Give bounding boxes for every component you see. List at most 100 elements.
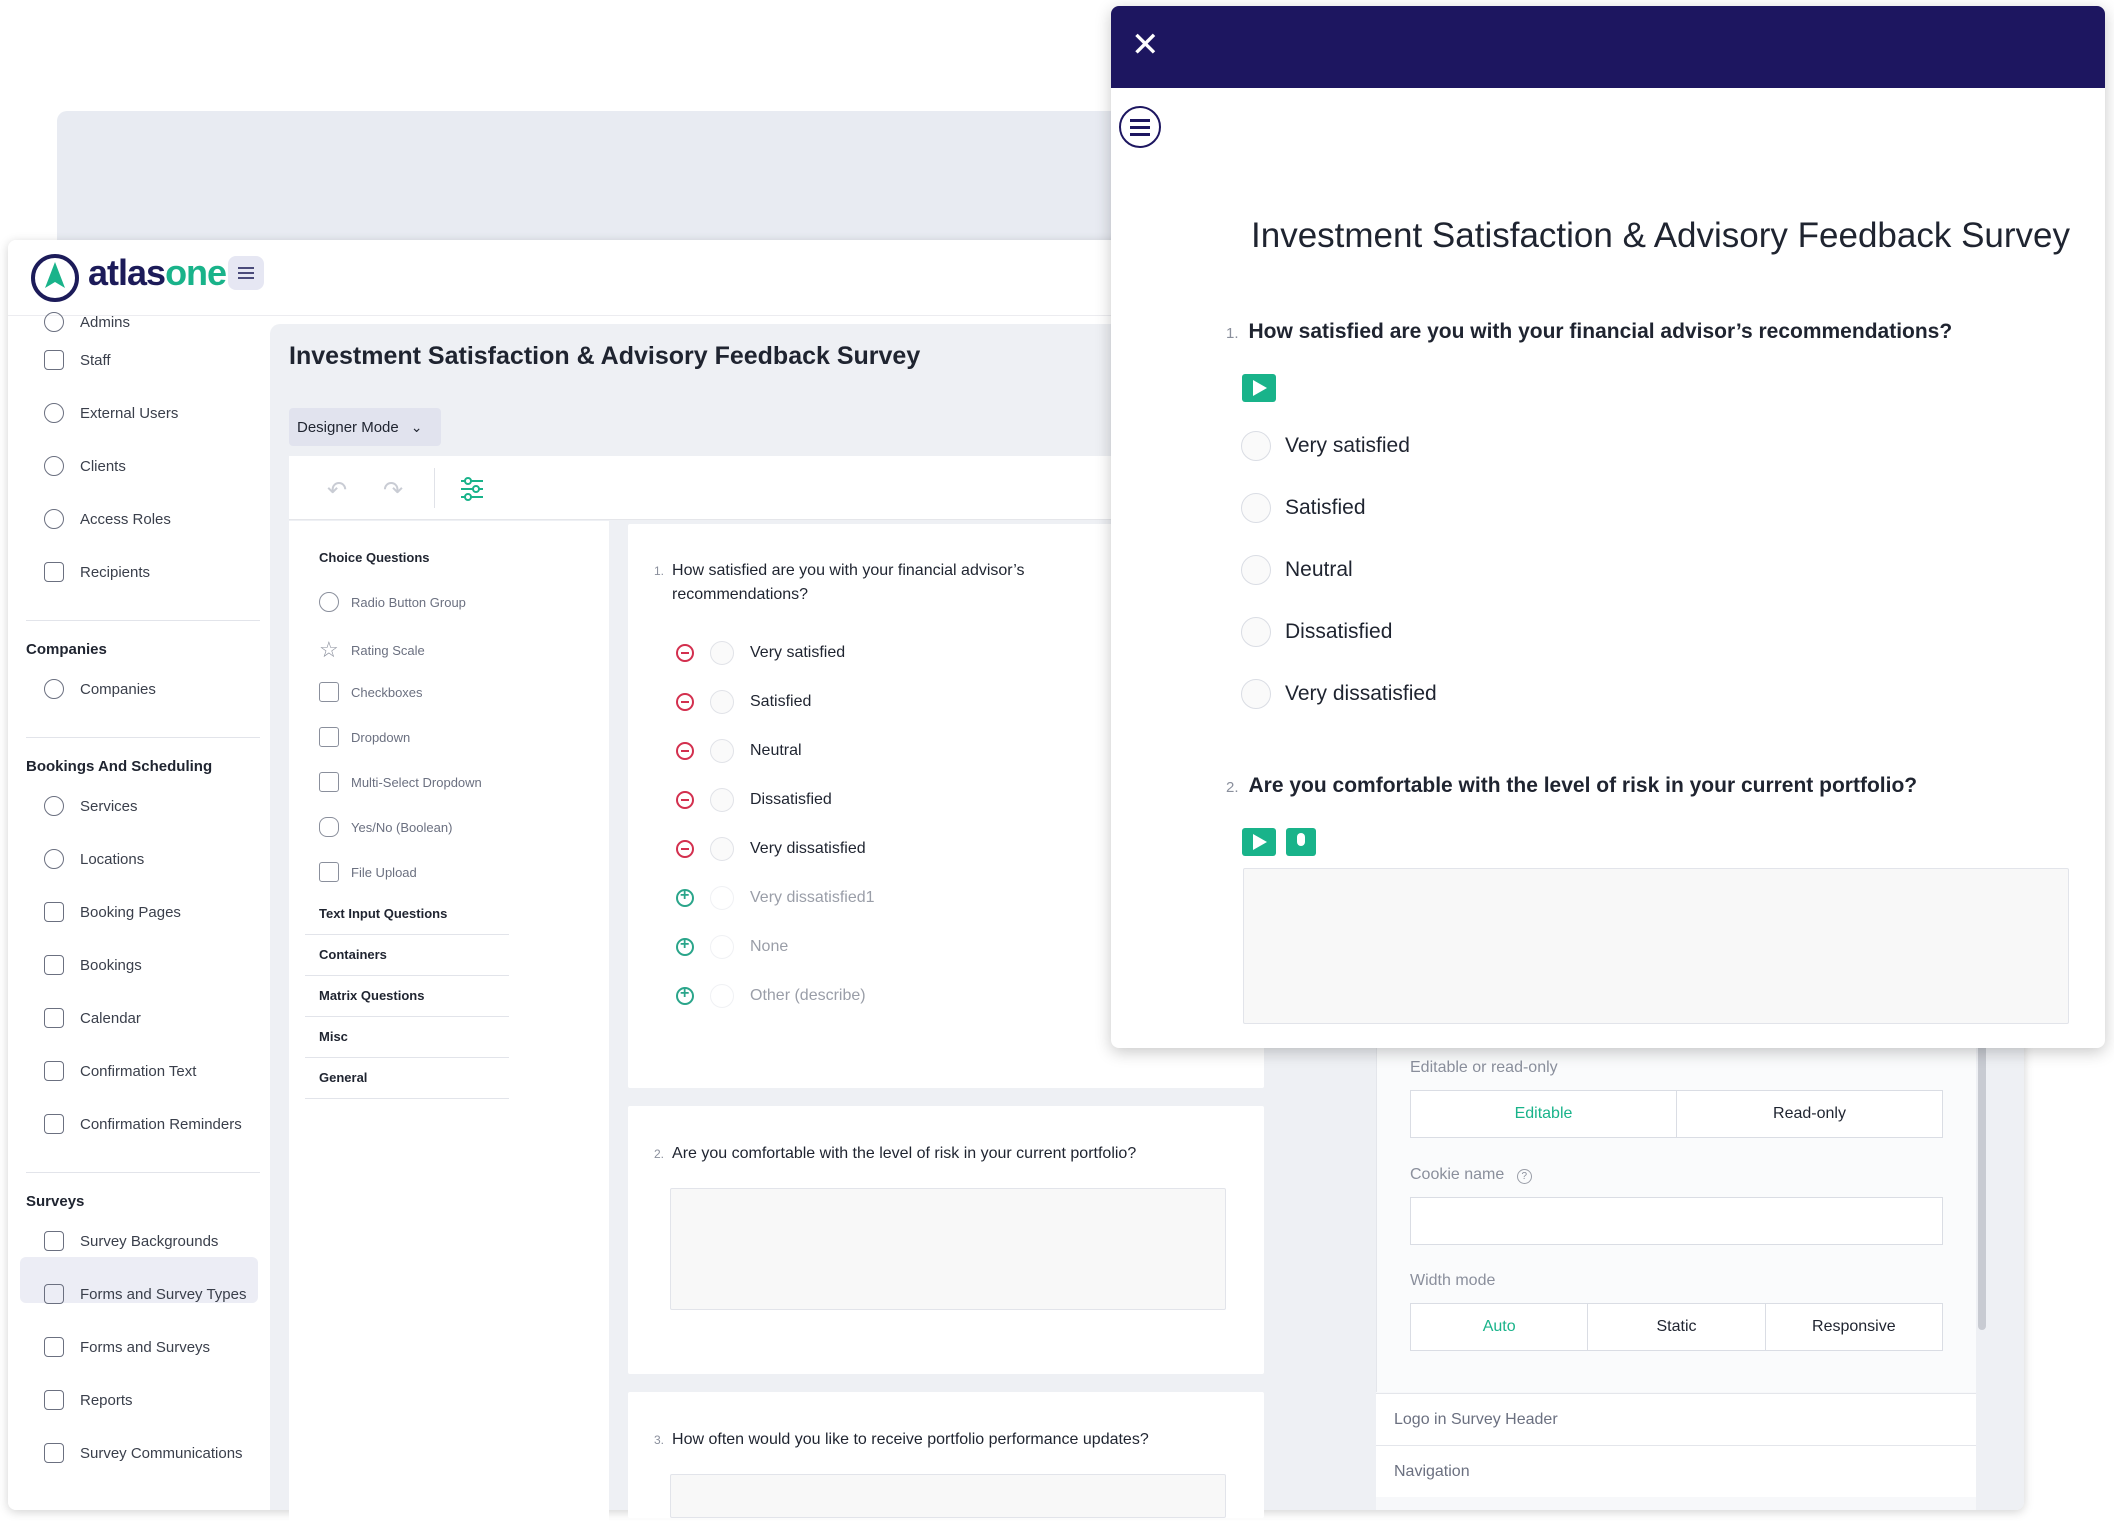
microphone-icon[interactable]	[1286, 828, 1316, 856]
width-auto-option[interactable]: Auto	[1411, 1304, 1589, 1350]
choice-label[interactable]: None	[750, 938, 788, 956]
play-icon[interactable]	[1242, 828, 1276, 856]
choice-label[interactable]: Very dissatisfied	[750, 840, 866, 858]
toolbox-item-rating[interactable]: ☆ Rating Scale	[319, 637, 425, 663]
toolbox-heading-misc[interactable]: Misc	[319, 1029, 348, 1044]
sidebar-item-companies[interactable]: Companies	[44, 675, 156, 703]
remove-option-icon[interactable]	[676, 693, 694, 711]
sidebar-item-recipients[interactable]: Recipients	[44, 558, 150, 586]
cookie-name-input[interactable]	[1410, 1197, 1943, 1245]
preview-choice[interactable]: Very dissatisfied	[1241, 679, 1437, 709]
sidebar-item-locations[interactable]: Locations	[44, 845, 144, 873]
choice-label[interactable]: Very satisfied	[1285, 434, 1410, 458]
choice-label[interactable]: Very satisfied	[750, 644, 845, 662]
choice-label[interactable]: Neutral	[1285, 558, 1353, 582]
toolbox-item-multiselect[interactable]: Multi-Select Dropdown	[319, 772, 482, 792]
preview-choice[interactable]: Very satisfied	[1241, 431, 1410, 461]
remove-option-icon[interactable]	[676, 791, 694, 809]
choice-label[interactable]: Very dissatisfied	[1285, 682, 1437, 706]
toolbox-item-radio[interactable]: Radio Button Group	[319, 592, 466, 612]
survey-menu-icon[interactable]	[1119, 106, 1161, 148]
question-card-3[interactable]: 3. How often would you like to receive po…	[628, 1392, 1264, 1518]
preview-choice[interactable]: Neutral	[1241, 555, 1353, 585]
sidebar-item-survey-communications[interactable]: Survey Communications	[44, 1439, 243, 1467]
add-option-icon[interactable]	[676, 936, 694, 956]
choice-label[interactable]: Other (describe)	[750, 987, 866, 1005]
choice-label[interactable]: Satisfied	[1285, 496, 1366, 520]
sidebar-item-forms-and-surveys[interactable]: Forms and Surveys	[44, 1333, 210, 1361]
sidebar-item-access-roles[interactable]: Access Roles	[44, 505, 171, 533]
add-choice-none[interactable]: None	[676, 935, 788, 959]
question-card-2[interactable]: 2. Are you comfortable with the level of …	[628, 1106, 1264, 1374]
sidebar-item-confirmation-reminders[interactable]: Confirmation Reminders	[44, 1110, 242, 1138]
section-logo-in-header[interactable]: Logo in Survey Header	[1376, 1393, 1976, 1445]
play-icon[interactable]	[1242, 374, 1276, 402]
close-icon[interactable]: ✕	[1131, 28, 1160, 62]
sidebar-item-calendar[interactable]: Calendar	[44, 1004, 141, 1032]
choice-label[interactable]: Dissatisfied	[1285, 620, 1392, 644]
toolbox-heading-text-input[interactable]: Text Input Questions	[319, 906, 447, 921]
choice-option[interactable]: Neutral	[676, 739, 802, 763]
add-option-icon[interactable]	[676, 985, 694, 1005]
sidebar-item-booking-pages[interactable]: Booking Pages	[44, 898, 181, 926]
preview-choice[interactable]: Satisfied	[1241, 493, 1366, 523]
menu-toggle-button[interactable]	[228, 256, 264, 290]
remove-option-icon[interactable]	[676, 644, 694, 662]
radio-icon[interactable]	[1241, 493, 1271, 523]
answer-textarea[interactable]	[670, 1188, 1226, 1310]
question-3-title[interactable]: 3. How often would you like to receive po…	[654, 1428, 1149, 1452]
toolbox-item-checkboxes[interactable]: Checkboxes	[319, 682, 423, 702]
settings-sliders-icon[interactable]	[459, 476, 485, 502]
sidebar-item-external-users[interactable]: External Users	[44, 399, 178, 427]
answer-textarea[interactable]	[670, 1474, 1226, 1518]
toolbox-item-file-upload[interactable]: File Upload	[319, 862, 417, 882]
choice-label[interactable]: Dissatisfied	[750, 791, 832, 809]
choice-label[interactable]: Neutral	[750, 742, 802, 760]
choice-option[interactable]: Very dissatisfied	[676, 837, 866, 861]
toolbox-item-boolean[interactable]: Yes/No (Boolean)	[319, 817, 452, 837]
toolbox-heading-containers[interactable]: Containers	[319, 947, 387, 962]
sidebar-item-clients[interactable]: Clients	[44, 452, 126, 480]
editable-option[interactable]: Editable	[1411, 1091, 1677, 1137]
remove-option-icon[interactable]	[676, 742, 694, 760]
read-only-option[interactable]: Read-only	[1677, 1091, 1942, 1137]
add-choice-other[interactable]: Other (describe)	[676, 984, 866, 1008]
sidebar-item-confirmation-text[interactable]: Confirmation Text	[44, 1057, 196, 1085]
sidebar-item-forms-and-survey-types[interactable]: Forms and Survey Types	[44, 1280, 246, 1308]
remove-option-icon[interactable]	[676, 840, 694, 858]
width-static-option[interactable]: Static	[1588, 1304, 1766, 1350]
add-choice-option[interactable]: Very dissatisfied1	[676, 886, 875, 910]
sidebar-item-survey-backgrounds[interactable]: Survey Backgrounds	[44, 1227, 218, 1255]
question-2-title[interactable]: 2. Are you comfortable with the level of …	[654, 1142, 1136, 1166]
choice-label[interactable]: Very dissatisfied1	[750, 889, 875, 907]
preview-answer-textarea[interactable]	[1243, 868, 2069, 1024]
undo-icon[interactable]: ↶	[327, 476, 347, 505]
section-navigation[interactable]: Navigation	[1376, 1445, 1976, 1497]
radio-icon[interactable]	[1241, 555, 1271, 585]
sidebar-item-services[interactable]: Services	[44, 792, 138, 820]
designer-mode-dropdown[interactable]: Designer Mode ⌄	[289, 408, 441, 446]
sidebar-item-admins[interactable]: Admins	[44, 308, 130, 336]
property-panel-scrollbar[interactable]	[1978, 1040, 1986, 1330]
choice-option[interactable]: Dissatisfied	[676, 788, 832, 812]
choice-option[interactable]: Very satisfied	[676, 641, 845, 665]
radio-icon[interactable]	[1241, 679, 1271, 709]
sidebar-item-staff[interactable]: Staff	[44, 346, 111, 374]
preview-choice[interactable]: Dissatisfied	[1241, 617, 1392, 647]
sidebar-item-bookings[interactable]: Bookings	[44, 951, 142, 979]
question-text: How satisfied are you with your financia…	[672, 562, 1025, 579]
radio-icon[interactable]	[1241, 617, 1271, 647]
radio-icon[interactable]	[1241, 431, 1271, 461]
question-1-title[interactable]: 1. How satisfied are you with your financ…	[654, 559, 1024, 607]
toolbox-item-dropdown[interactable]: Dropdown	[319, 727, 410, 747]
redo-icon[interactable]: ↷	[383, 476, 403, 505]
sidebar-item-reports[interactable]: Reports	[44, 1386, 133, 1414]
toolbox-heading-general[interactable]: General	[319, 1070, 367, 1085]
choice-option[interactable]: Satisfied	[676, 690, 811, 714]
add-option-icon[interactable]	[676, 887, 694, 907]
choice-label[interactable]: Satisfied	[750, 693, 811, 711]
width-responsive-option[interactable]: Responsive	[1766, 1304, 1942, 1350]
help-icon[interactable]: ?	[1516, 1169, 1532, 1184]
toolbox-heading-matrix[interactable]: Matrix Questions	[319, 988, 424, 1003]
toolbox-heading-choice[interactable]: Choice Questions	[319, 550, 430, 565]
